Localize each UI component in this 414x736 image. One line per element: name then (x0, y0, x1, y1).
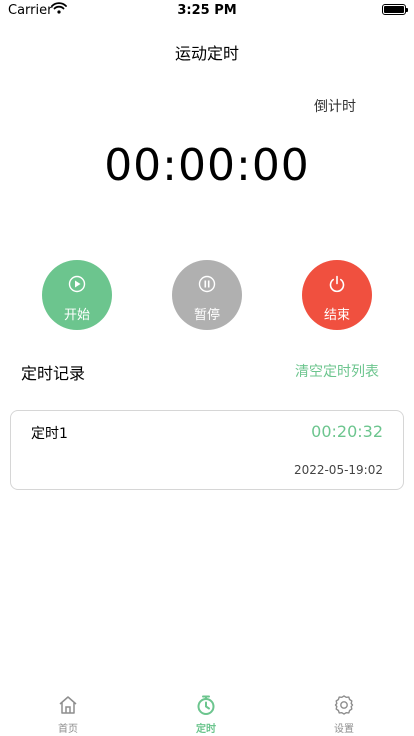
record-card[interactable]: 定时1 00:20:32 2022-05-19:02 (10, 410, 404, 490)
pause-icon (198, 275, 216, 293)
start-label: 开始 (63, 308, 90, 323)
stop-label: 结束 (323, 308, 350, 323)
stopwatch-icon (195, 694, 217, 716)
record-duration: 00:20:32 (311, 422, 383, 441)
home-icon (57, 694, 79, 716)
pause-button[interactable]: 暂停 (172, 260, 242, 330)
power-icon (328, 275, 346, 293)
status-time: 3:25 PM (177, 3, 237, 18)
record-name: 定时1 (31, 426, 68, 442)
tab-home-label: 首页 (58, 724, 78, 735)
tab-home[interactable]: 首页 (28, 686, 108, 736)
battery-icon (382, 4, 408, 15)
records-title: 定时记录 (21, 364, 86, 383)
status-bar: Carrier 3:25 PM (0, 0, 414, 22)
tab-bar: 首页 定时 设置 (0, 686, 414, 736)
tab-settings-label: 设置 (334, 724, 354, 735)
stop-button[interactable]: 结束 (302, 260, 372, 330)
page-title: 运动定时 (174, 44, 239, 63)
tab-timer[interactable]: 定时 (166, 686, 246, 736)
tab-settings[interactable]: 设置 (304, 686, 384, 736)
start-button[interactable]: 开始 (42, 260, 112, 330)
tab-timer-label: 定时 (196, 724, 216, 735)
record-date: 2022-05-19:02 (293, 463, 383, 477)
play-icon (68, 275, 86, 293)
pause-label: 暂停 (193, 308, 220, 323)
gear-icon (333, 694, 355, 716)
countdown-mode-label[interactable]: 倒计时 (314, 96, 356, 116)
clear-records-button[interactable]: 清空定时列表 (295, 361, 379, 381)
timer-display: 00:00:00 (104, 140, 310, 191)
